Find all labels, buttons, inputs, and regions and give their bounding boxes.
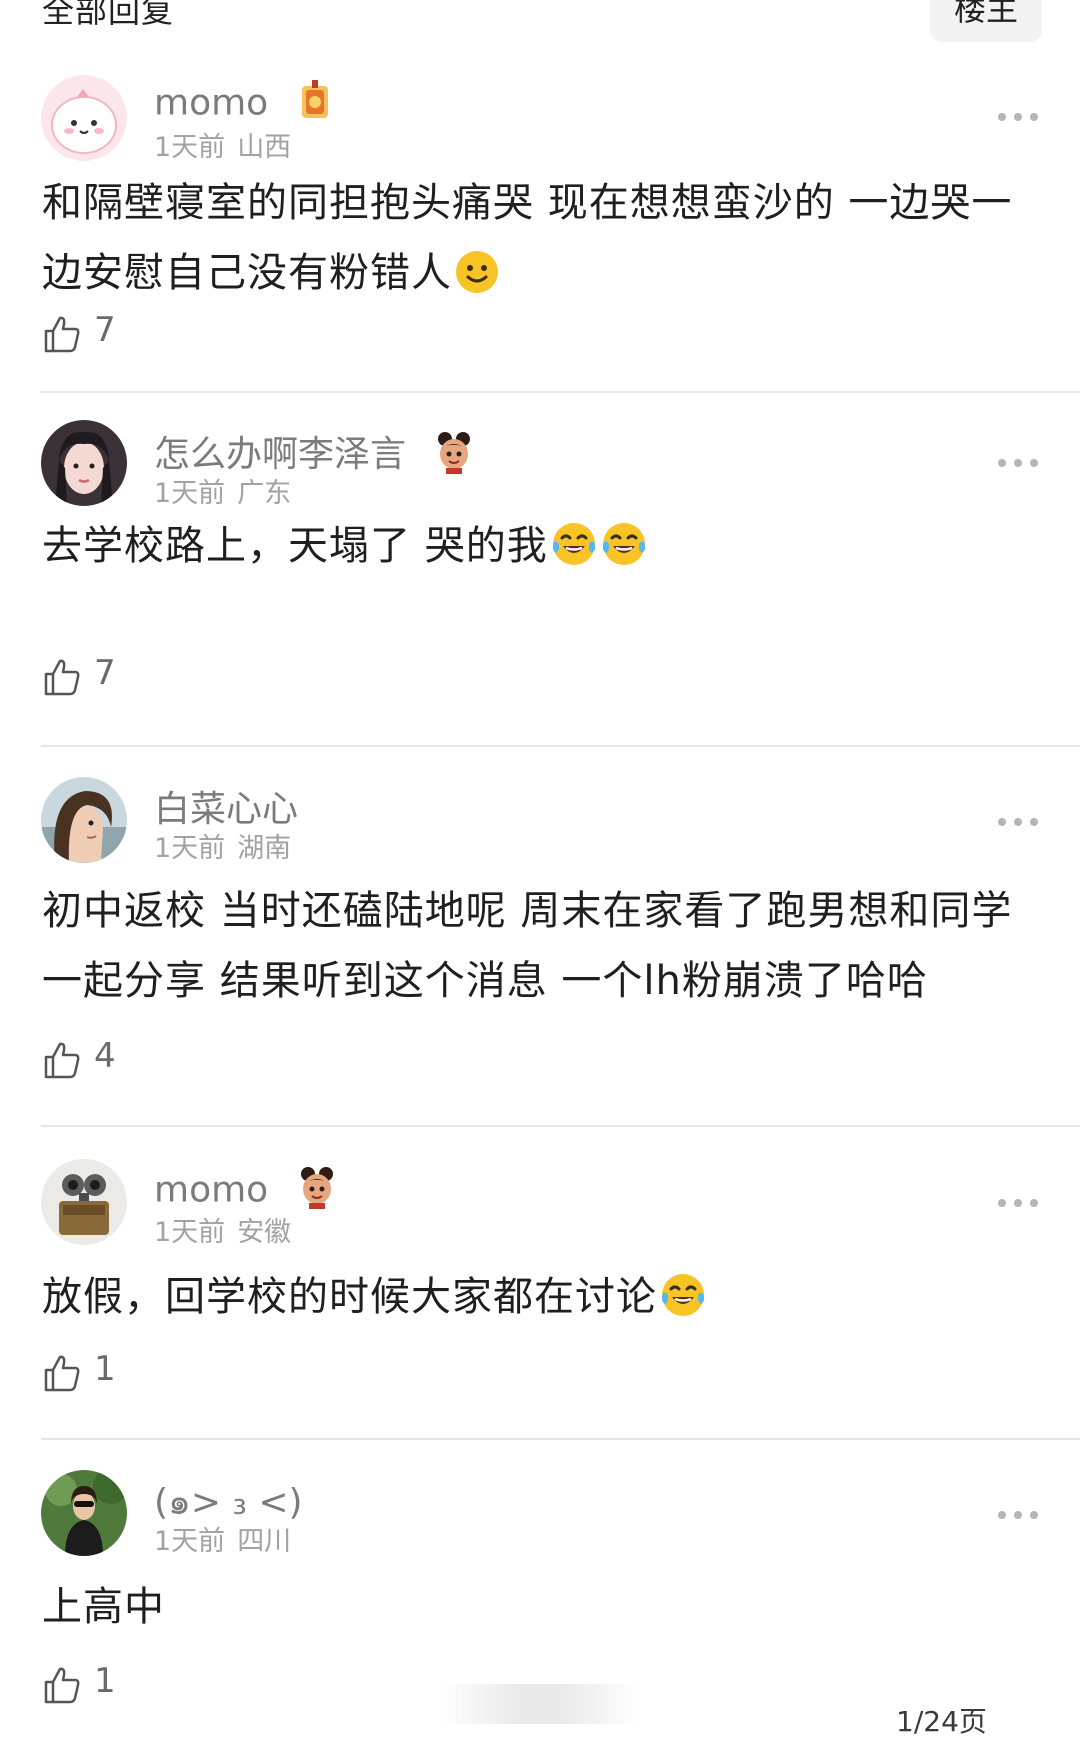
avatar[interactable]	[41, 420, 127, 506]
op-only-button[interactable]: 楼主	[930, 0, 1042, 42]
like-count: 4	[94, 1036, 116, 1076]
comment-text-content: 去学校路上，天塌了 哭的我	[42, 523, 548, 569]
comment-time: 1天前	[154, 1526, 226, 1557]
comment-meta: 1天前 四川	[154, 1519, 291, 1558]
nezha-badge-icon	[298, 1165, 336, 1218]
comment-time: 1天前	[154, 1217, 226, 1248]
more-options-icon[interactable]	[998, 1198, 1038, 1208]
page-scrubber[interactable]	[440, 1684, 640, 1724]
comment-time: 1天前	[154, 478, 226, 509]
lucky-charm-badge-icon	[298, 80, 332, 129]
divider	[41, 745, 1080, 747]
avatar[interactable]	[41, 777, 127, 863]
comment-meta: 1天前 广东	[154, 471, 291, 510]
more-options-icon[interactable]	[998, 112, 1038, 122]
thumbs-up-icon	[44, 659, 80, 696]
more-options-icon[interactable]	[998, 458, 1038, 468]
like-count: 1	[94, 1349, 116, 1389]
username-text: (๑> ₃ <)	[154, 1482, 303, 1523]
smile-emoji-icon	[454, 247, 500, 317]
thumbs-up-icon	[44, 316, 80, 353]
thumbs-up-icon	[44, 1355, 80, 1392]
tears-of-joy-emoji-icon	[600, 520, 648, 590]
divider	[41, 1438, 1080, 1440]
avatar[interactable]	[41, 1470, 127, 1556]
comment-location: 四川	[237, 1526, 292, 1557]
comment-text: 去学校路上，天塌了 哭的我	[42, 511, 1032, 590]
comment-location: 广东	[237, 478, 292, 509]
divider	[41, 391, 1080, 393]
avatar[interactable]	[41, 1159, 127, 1245]
divider	[41, 1125, 1080, 1127]
page-indicator[interactable]: 1/24页	[896, 1700, 987, 1740]
tears-of-joy-emoji-icon	[659, 1271, 707, 1341]
comment-text: 上高中	[42, 1572, 1032, 1642]
comment-text: 和隔壁寝室的同担抱头痛哭 现在想想蛮沙的 一边哭一边安慰自己没有粉错人	[42, 168, 1032, 317]
comment-text-content: 初中返校 当时还磕陆地呢 周末在家看了跑男想和同学一起分享 结果听到这个消息 一…	[42, 888, 1013, 1004]
like-count: 1	[94, 1661, 116, 1701]
comment-text: 放假，回学校的时候大家都在讨论	[42, 1262, 1032, 1341]
like-count: 7	[94, 653, 116, 693]
comment-text-content: 放假，回学校的时候大家都在讨论	[42, 1274, 657, 1320]
nezha-badge-icon	[435, 430, 473, 483]
comment-location: 山西	[237, 132, 292, 163]
header-title: 全部回复	[42, 0, 175, 30]
comment-time: 1天前	[154, 833, 226, 864]
thumbs-up-icon	[44, 1042, 80, 1079]
comment-location: 安徽	[237, 1217, 292, 1248]
username[interactable]: momo	[154, 80, 332, 129]
username-text: 怎么办啊李泽言	[154, 434, 407, 475]
avatar[interactable]	[41, 75, 127, 161]
more-options-icon[interactable]	[998, 1510, 1038, 1520]
more-options-icon[interactable]	[998, 817, 1038, 827]
username-text: momo	[154, 1169, 269, 1211]
thumbs-up-icon	[44, 1667, 80, 1704]
comment-meta: 1天前 湖南	[154, 826, 291, 865]
comment-meta: 1天前 山西	[154, 125, 291, 164]
username-text: 白菜心心	[154, 789, 299, 830]
comment-meta: 1天前 安徽	[154, 1210, 291, 1249]
comment-text: 初中返校 当时还磕陆地呢 周末在家看了跑男想和同学一起分享 结果听到这个消息 一…	[42, 876, 1032, 1016]
username[interactable]: 白菜心心	[154, 780, 298, 832]
like-count: 7	[94, 310, 116, 350]
comment-text-content: 和隔壁寝室的同担抱头痛哭 现在想想蛮沙的 一边哭一边安慰自己没有粉错人	[42, 180, 1013, 296]
tears-of-joy-emoji-icon	[550, 520, 598, 590]
replies-header: 全部回复 楼主	[0, 0, 1080, 42]
username-text: momo	[154, 82, 269, 124]
comment-text-content: 上高中	[42, 1584, 165, 1630]
comment-location: 湖南	[237, 833, 292, 864]
comment-time: 1天前	[154, 132, 226, 163]
